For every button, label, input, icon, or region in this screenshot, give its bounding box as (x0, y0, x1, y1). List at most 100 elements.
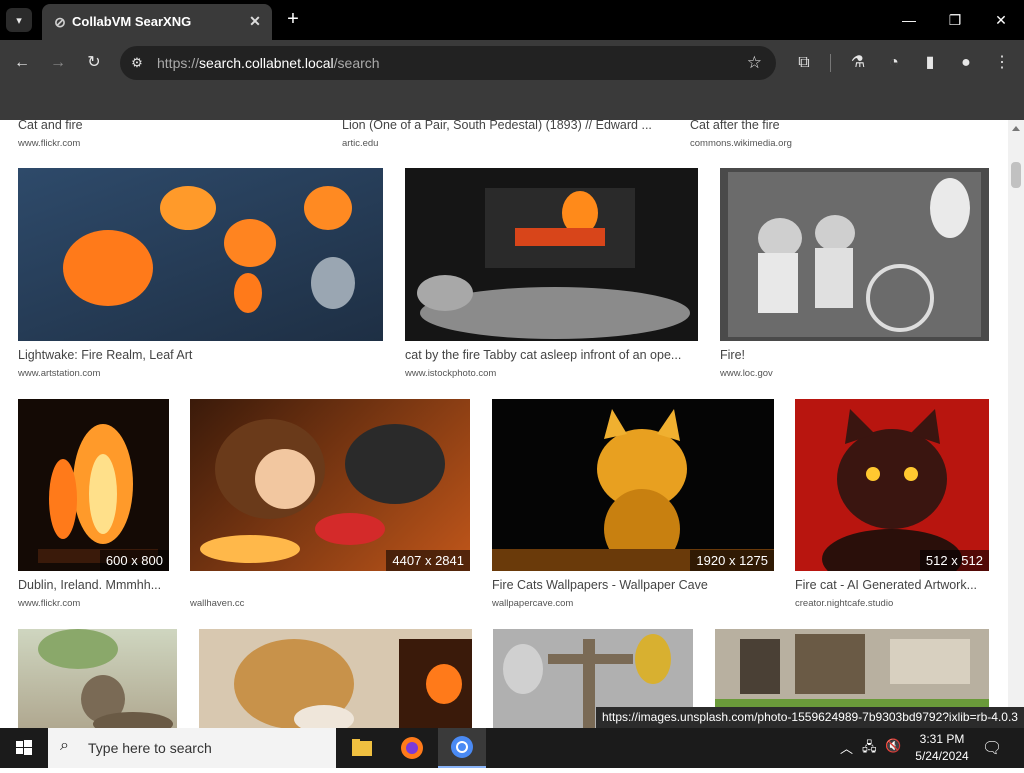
image-result[interactable]: 4407 x 2841 wallhaven.cc (190, 399, 470, 611)
image-result[interactable]: cat by the fire Tabby cat asleep infront… (405, 168, 698, 380)
tab-title: CollabVM SearXNG (72, 14, 192, 29)
volume-muted-icon[interactable]: 🔇 (885, 738, 901, 754)
dog-and-cat-by-fire-image (234, 639, 472, 728)
result-source: www.flickr.com (18, 598, 81, 609)
windows-taskbar: ⌕ Type here to search ︿ 🖧 🔇 3:31 PM 5/24… (0, 728, 1024, 768)
result-title[interactable]: Lightwake: Fire Realm, Leaf Art (18, 348, 383, 362)
image-result[interactable]: 512 x 512 Fire cat - AI Generated Artwor… (795, 399, 989, 611)
image-dimensions: 512 x 512 (919, 550, 989, 571)
address-bar[interactable]: ⚙ https://search.collabnet.local/search … (120, 46, 776, 80)
tab-search-dropdown[interactable]: ▾ (6, 8, 32, 32)
fire-kitten-image (492, 409, 774, 571)
file-explorer-app[interactable] (338, 728, 386, 768)
image-result[interactable]: Cat after the fire commons.wikimedia.org (690, 120, 990, 150)
cat-by-fireplace-image (417, 188, 690, 339)
restore-button[interactable]: ❐ (940, 8, 970, 32)
result-title[interactable]: Lion (One of a Pair, South Pedestal) (18… (342, 120, 667, 132)
firefox-app[interactable] (388, 728, 436, 768)
show-hidden-icons-chevron-icon[interactable]: ︿ (840, 738, 853, 757)
page-scrollbar[interactable] (1008, 120, 1024, 728)
result-source: www.loc.gov (720, 368, 773, 379)
anime-fire-girl-image (200, 419, 445, 563)
image-dimensions: 1920 x 1275 (690, 550, 774, 571)
result-thumbnail[interactable]: 4407 x 2841 (190, 399, 470, 571)
network-icon[interactable]: 🖧 (862, 738, 877, 760)
site-info-icon[interactable]: ⚙ (128, 54, 146, 72)
searxng-favicon-icon: ⊘ (54, 14, 66, 30)
result-thumbnail[interactable]: 600 x 800 (18, 399, 169, 571)
taskbar-search[interactable]: ⌕ Type here to search (48, 728, 336, 768)
search-placeholder: Type here to search (88, 740, 212, 756)
chevron-down-icon: ▾ (16, 14, 22, 27)
result-source: wallhaven.cc (190, 598, 245, 609)
extensions-icon[interactable]: ⧉ (792, 51, 816, 75)
folder-icon (352, 739, 372, 756)
scroll-thumb[interactable] (1011, 162, 1021, 188)
result-title[interactable]: Fire cat - AI Generated Artwork... (795, 578, 989, 592)
image-dimensions: 600 x 800 (99, 550, 169, 571)
notification-icon[interactable]: 🗨 (982, 738, 1002, 758)
result-thumbnail[interactable] (18, 629, 177, 728)
image-result[interactable] (199, 629, 472, 728)
firefox-icon (401, 737, 423, 759)
new-tab-button[interactable]: + (282, 8, 304, 30)
system-clock[interactable]: 3:31 PM 5/24/2024 (914, 731, 970, 765)
result-title[interactable]: Dublin, Ireland. Mmmhh... (18, 578, 169, 592)
minimize-button[interactable]: — (894, 8, 924, 32)
result-title[interactable]: Cat after the fire (690, 120, 990, 132)
image-result[interactable]: Cat and fire www.flickr.com (18, 120, 318, 150)
browser-titlebar: ▾ ⊘ CollabVM SearXNG ✕ + — ❐ ✕ (0, 0, 1024, 40)
result-thumbnail[interactable]: 1920 x 1275 (492, 399, 774, 571)
address-url[interactable]: https://search.collabnet.local/search (157, 55, 380, 71)
ai-fire-cat-image (822, 409, 962, 571)
result-title[interactable]: cat by the fire Tabby cat asleep infront… (405, 348, 698, 362)
back-arrow-icon[interactable]: ← (10, 51, 34, 75)
result-title[interactable]: Cat and fire (18, 120, 318, 132)
image-result[interactable]: 600 x 800 Dublin, Ireland. Mmmhh... www.… (18, 399, 169, 611)
clock-time: 3:31 PM (919, 732, 965, 746)
fire-in-fireplace-image (38, 424, 158, 563)
close-window-button[interactable]: ✕ (986, 8, 1016, 32)
bookmark-bar (0, 86, 1024, 120)
result-source: creator.nightcafe.studio (795, 598, 894, 609)
fox-art-image (63, 186, 355, 313)
result-thumbnail[interactable] (199, 629, 472, 728)
result-source: wallpapercave.com (492, 598, 574, 609)
image-result[interactable]: Lightwake: Fire Realm, Leaf Art www.arts… (18, 168, 383, 380)
close-tab-icon[interactable]: ✕ (246, 12, 264, 30)
image-dimensions: 4407 x 2841 (386, 550, 470, 571)
browser-toolbar: ← → ↻ ⚙ https://search.collabnet.local/s… (0, 40, 1024, 86)
labs-flask-icon[interactable]: ⚗ (846, 51, 870, 75)
tab-active[interactable]: ⊘ CollabVM SearXNG ✕ (42, 4, 272, 40)
result-source: www.istockphoto.com (405, 368, 497, 379)
result-source: www.flickr.com (18, 138, 81, 149)
image-result[interactable]: Fire! www.loc.gov (720, 168, 989, 380)
image-result[interactable]: Lion (One of a Pair, South Pedestal) (18… (342, 120, 667, 150)
chrome-app[interactable] (438, 728, 486, 768)
tabby-cat-image (38, 629, 173, 728)
bookmark-star-icon[interactable]: ☆ (747, 53, 762, 73)
result-thumbnail[interactable]: 512 x 512 (795, 399, 989, 571)
menu-kebab-icon[interactable]: ⋮ (990, 51, 1014, 75)
result-thumbnail[interactable] (405, 168, 698, 341)
result-title[interactable]: Fire! (720, 348, 989, 362)
windows-logo-icon (16, 740, 32, 755)
performance-icon[interactable]: ◔ (882, 51, 906, 75)
image-result[interactable] (18, 629, 177, 728)
result-title[interactable]: Fire Cats Wallpapers - Wallpaper Cave (492, 578, 774, 592)
reload-icon[interactable]: ↻ (82, 51, 106, 75)
profile-avatar-icon[interactable]: ● (954, 51, 978, 75)
toolbar-divider (830, 54, 831, 72)
result-thumbnail[interactable] (18, 168, 383, 341)
scroll-up-arrow-icon[interactable] (1012, 126, 1020, 131)
forward-arrow-icon[interactable]: → (46, 51, 70, 75)
result-thumbnail[interactable] (720, 168, 989, 341)
chrome-icon (451, 736, 473, 758)
start-button[interactable] (0, 728, 48, 768)
image-result[interactable]: 1920 x 1275 Fire Cats Wallpapers - Wallp… (492, 399, 774, 611)
link-status-bar: https://images.unsplash.com/photo-155962… (596, 707, 1024, 728)
cats-with-cannon-image (720, 168, 989, 341)
result-source: commons.wikimedia.org (690, 138, 792, 149)
result-source: www.artstation.com (18, 368, 101, 379)
side-panel-icon[interactable]: ▮ (918, 51, 942, 75)
